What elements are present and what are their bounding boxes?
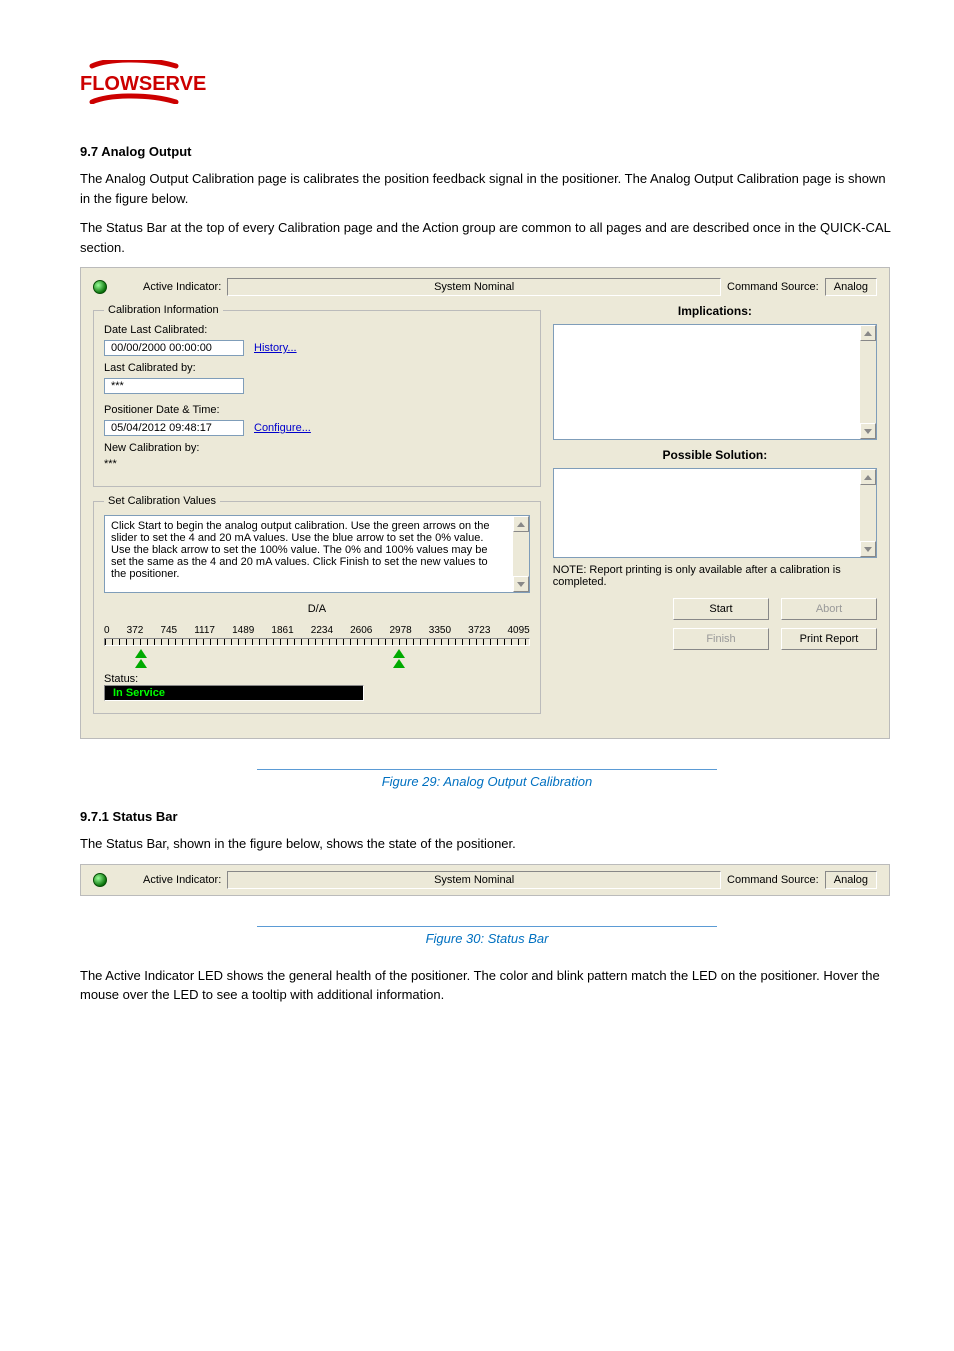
active-indicator-value: System Nominal xyxy=(227,278,721,296)
new-calibration-by-value: *** xyxy=(104,458,117,470)
scrollbar[interactable] xyxy=(860,469,876,557)
tick-label: 745 xyxy=(160,625,177,636)
slider-track[interactable] xyxy=(104,638,530,646)
abort-button[interactable]: Abort xyxy=(781,598,877,620)
scrollbar[interactable] xyxy=(860,325,876,439)
tick-label: 0 xyxy=(104,625,110,636)
scroll-up-icon[interactable] xyxy=(860,325,876,341)
tick-label: 1861 xyxy=(271,625,293,636)
status-led-icon xyxy=(93,280,107,294)
calibration-info-legend: Calibration Information xyxy=(104,304,223,316)
green-20ma-marker-icon[interactable] xyxy=(393,649,405,658)
status-value: In Service xyxy=(104,685,364,701)
command-source-label: Command Source: xyxy=(727,874,819,886)
calibration-screenshot: Active Indicator: System Nominal Command… xyxy=(80,267,890,739)
print-report-button[interactable]: Print Report xyxy=(781,628,877,650)
statusbar-note: The Status Bar at the top of every Calib… xyxy=(80,218,894,257)
possible-solution-title: Possible Solution: xyxy=(553,448,877,462)
flowserve-logo: FLOWSERVE xyxy=(80,60,894,104)
tick-label: 1117 xyxy=(194,625,215,636)
active-indicator-value: System Nominal xyxy=(227,871,721,889)
tick-label: 4095 xyxy=(507,625,529,636)
possible-solution-textarea xyxy=(553,468,877,558)
calibration-info-group: Calibration Information Date Last Calibr… xyxy=(93,304,541,487)
tick-label: 372 xyxy=(127,625,144,636)
command-source-value: Analog xyxy=(825,278,877,296)
scroll-down-icon[interactable] xyxy=(860,423,876,439)
statusbar-intro: The Status Bar, shown in the figure belo… xyxy=(80,834,894,854)
last-calibrated-by-value: *** xyxy=(104,378,244,394)
configure-link[interactable]: Configure... xyxy=(254,422,311,434)
finish-button[interactable]: Finish xyxy=(673,628,769,650)
tick-label: 2234 xyxy=(311,625,333,636)
start-button[interactable]: Start xyxy=(673,598,769,620)
command-source-value: Analog xyxy=(825,871,877,889)
green-20ma-marker2-icon[interactable] xyxy=(393,659,405,668)
positioner-datetime-value: 05/04/2012 09:48:17 xyxy=(104,420,244,436)
da-slider[interactable]: 0 372 745 1117 1489 1861 2234 2606 2978 3350 3723 4… xyxy=(104,625,530,663)
status-bar-screenshot: Active Indicator: System Nominal Command… xyxy=(80,864,890,896)
svg-text:FLOWSERVE: FLOWSERVE xyxy=(80,73,206,95)
intro-text: The Analog Output Calibration page is ca… xyxy=(80,169,894,208)
green-4ma-marker2-icon[interactable] xyxy=(135,659,147,668)
status-led-icon xyxy=(93,873,107,887)
scroll-up-icon[interactable] xyxy=(860,469,876,485)
active-indicator-label: Active Indicator: xyxy=(143,874,221,886)
tick-label: 2606 xyxy=(350,625,372,636)
history-link[interactable]: History... xyxy=(254,342,297,354)
positioner-datetime-label: Positioner Date & Time: xyxy=(104,404,530,416)
tick-label: 1489 xyxy=(232,625,254,636)
implications-title: Implications: xyxy=(553,304,877,318)
last-calibrated-by-label: Last Calibrated by: xyxy=(104,362,530,374)
figure-caption: Figure 29: Analog Output Calibration xyxy=(257,769,717,789)
tick-label: 2978 xyxy=(389,625,411,636)
tick-label: 3723 xyxy=(468,625,490,636)
set-calibration-values-group: Set Calibration Values Click Start to be… xyxy=(93,495,541,714)
set-calibration-values-legend: Set Calibration Values xyxy=(104,495,220,507)
date-last-calibrated-value: 00/00/2000 00:00:00 xyxy=(104,340,244,356)
instructions-textarea: Click Start to begin the analog output c… xyxy=(104,515,530,593)
scroll-down-icon[interactable] xyxy=(513,576,529,592)
green-4ma-marker-icon[interactable] xyxy=(135,649,147,658)
scrollbar[interactable] xyxy=(513,516,529,592)
scroll-up-icon[interactable] xyxy=(513,516,529,532)
date-last-calibrated-label: Date Last Calibrated: xyxy=(104,324,530,336)
tick-label: 3350 xyxy=(429,625,451,636)
da-label: D/A xyxy=(104,603,530,615)
scroll-down-icon[interactable] xyxy=(860,541,876,557)
status-label: Status: xyxy=(104,673,138,685)
section-title: 9.7 Analog Output xyxy=(80,144,894,159)
active-indicator-label: Active Indicator: xyxy=(143,281,221,293)
statusbar-section-title: 9.7.1 Status Bar xyxy=(80,809,894,824)
new-calibration-by-label: New Calibration by: xyxy=(104,442,530,454)
figure-caption-2: Figure 30: Status Bar xyxy=(257,926,717,946)
command-source-label: Command Source: xyxy=(727,281,819,293)
after-text: The Active Indicator LED shows the gener… xyxy=(80,966,894,1005)
print-note: NOTE: Report printing is only available … xyxy=(553,564,877,588)
implications-textarea xyxy=(553,324,877,440)
